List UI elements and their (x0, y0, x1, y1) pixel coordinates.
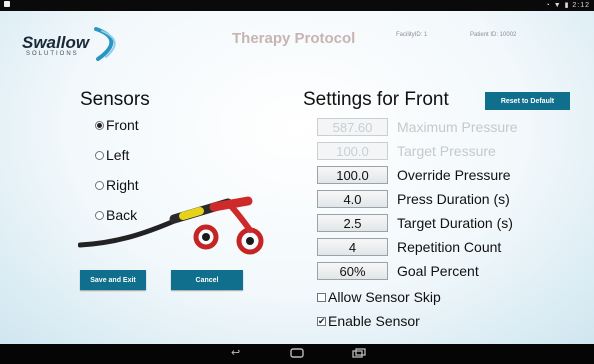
target-duration-field[interactable]: 2.5 (317, 214, 388, 232)
setting-label: Repetition Count (397, 239, 502, 255)
sensor-radio-label: Left (106, 147, 130, 163)
setting-label: Maximum Pressure (397, 119, 518, 135)
sensor-radio-front[interactable]: Front (95, 117, 139, 133)
app-screen: Swallow SOLUTIONS Therapy Protocol Facil… (0, 11, 594, 344)
setting-row-target-duration: 2.5 Target Duration (s) (317, 213, 513, 233)
setting-label: Target Duration (s) (397, 215, 513, 231)
radio-unselected-icon (95, 180, 104, 190)
press-duration-field[interactable]: 4.0 (317, 190, 388, 208)
setting-label: Target Pressure (397, 143, 496, 159)
setting-row-repetition-count: 4 Repetition Count (317, 237, 501, 257)
setting-label: Press Duration (s) (397, 191, 510, 207)
setting-row-press-duration: 4.0 Press Duration (s) (317, 189, 510, 209)
back-arrow-icon[interactable]: ↩ (231, 348, 240, 359)
status-bar: ◔ ▼ ▮ 2:12 (0, 0, 594, 11)
setting-row-override-pressure: 100.0 Override Pressure (317, 165, 511, 185)
cancel-button[interactable]: Cancel (171, 270, 243, 290)
override-pressure-field[interactable]: 100.0 (317, 166, 388, 184)
logo-swoosh-icon (94, 27, 116, 61)
facility-id: FacilityID: 1 (396, 32, 428, 38)
app-logo: Swallow SOLUTIONS (20, 23, 130, 63)
setting-row-target-pressure: 100.0 Target Pressure (317, 141, 496, 161)
logo-word: Swallow (22, 33, 90, 52)
recents-icon[interactable] (352, 348, 366, 361)
reset-to-default-button[interactable]: Reset to Default (485, 92, 570, 110)
sensor-radio-right[interactable]: Right (95, 177, 139, 193)
allow-sensor-skip-checkbox[interactable]: Allow Sensor Skip (317, 289, 441, 305)
radio-unselected-icon (95, 150, 104, 160)
setting-value-field: 587.60 (317, 118, 388, 136)
sensor-radio-label: Front (106, 117, 139, 133)
checkbox-label: Allow Sensor Skip (328, 289, 441, 305)
patient-id: Patient ID: 10002 (470, 32, 517, 38)
checkbox-unchecked-icon (317, 292, 326, 302)
sensor-device-icon (78, 196, 264, 255)
checkbox-label: Enable Sensor (328, 313, 420, 329)
system-nav-bar: ↩ (0, 344, 594, 364)
enable-sensor-checkbox[interactable]: ✔ Enable Sensor (317, 313, 420, 329)
sensor-radio-left[interactable]: Left (95, 147, 129, 163)
checkbox-checked-icon: ✔ (317, 315, 326, 326)
radio-selected-icon (95, 120, 104, 130)
setting-value-field: 100.0 (317, 142, 388, 160)
logo-subtitle: SOLUTIONS (26, 51, 79, 57)
sensor-radio-label: Right (106, 177, 139, 193)
goal-percent-field[interactable]: 60% (317, 262, 388, 280)
setting-row-goal-percent: 60% Goal Percent (317, 261, 479, 281)
status-icons: ◔ ▼ ▮ 2:12 (545, 2, 590, 9)
settings-heading: Settings for Front (303, 89, 449, 110)
save-and-exit-button[interactable]: Save and Exit (80, 270, 146, 290)
setting-label: Goal Percent (397, 263, 479, 279)
setting-label: Override Pressure (397, 167, 511, 183)
page-title: Therapy Protocol (232, 30, 356, 47)
notification-icon (4, 1, 10, 7)
setting-row-maximum-pressure: 587.60 Maximum Pressure (317, 117, 518, 137)
sensors-heading: Sensors (80, 89, 150, 110)
repetition-count-field[interactable]: 4 (317, 238, 388, 256)
home-icon[interactable] (290, 348, 304, 361)
